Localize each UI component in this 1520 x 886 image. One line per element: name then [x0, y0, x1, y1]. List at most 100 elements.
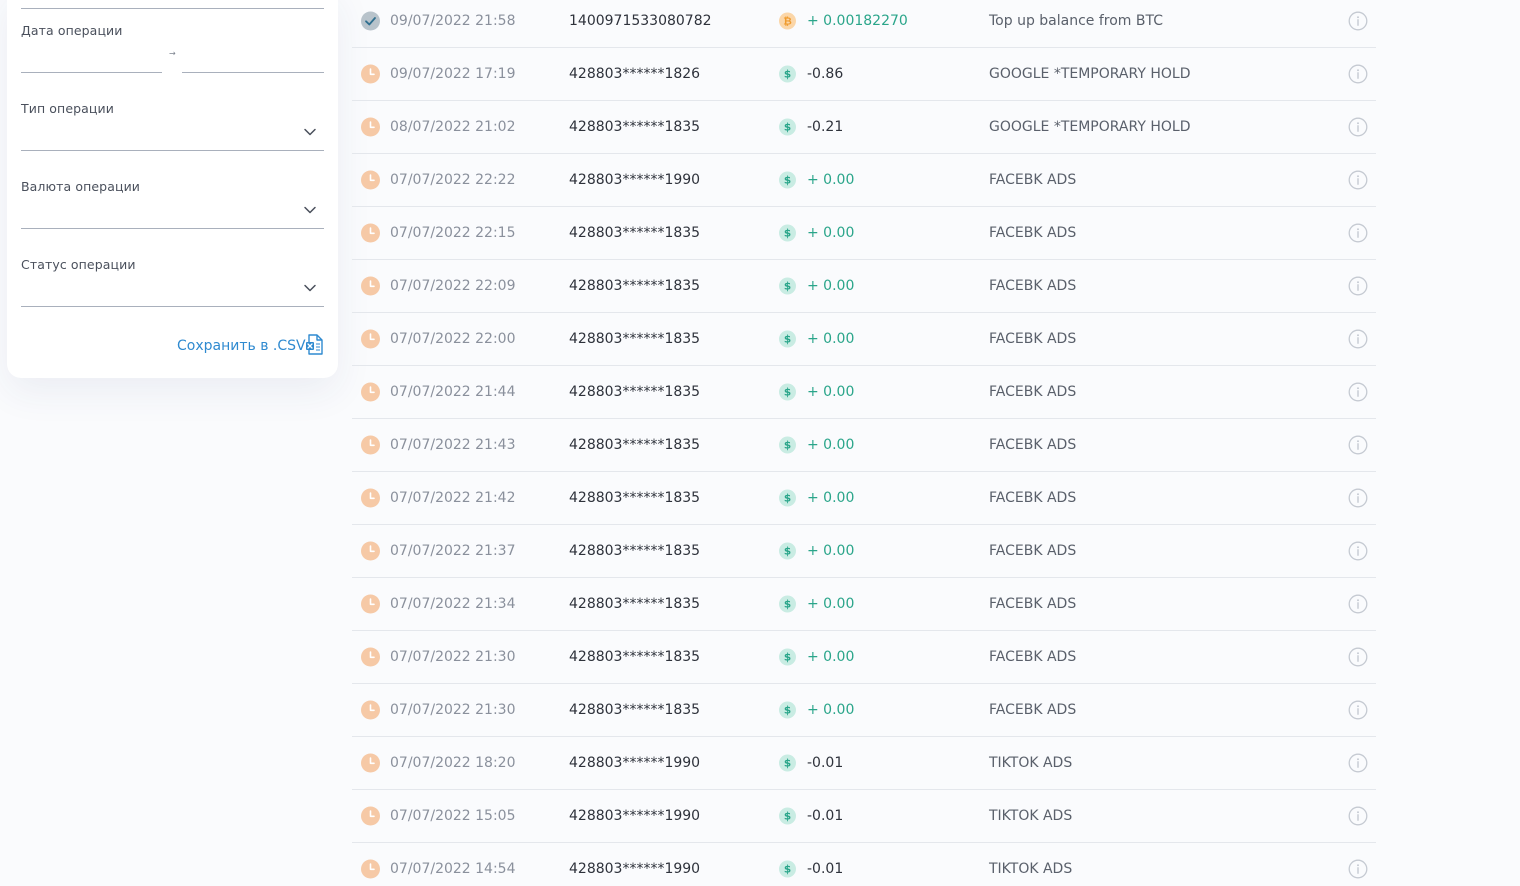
card-number: 428803******1826 — [569, 66, 701, 82]
info-icon[interactable] — [1348, 700, 1368, 720]
filter-panel: Дата операции → Тип операции Валюта опер… — [7, 0, 338, 378]
currency-symbol: $ — [784, 811, 791, 823]
dollar-icon: $ — [779, 383, 796, 401]
transaction-date: 07/07/2022 21:34 — [390, 596, 516, 612]
clock-icon — [361, 700, 380, 720]
table-row[interactable]: 08/07/2022 21:02 428803******1835 $ -0.21 GO… — [352, 101, 1376, 154]
info-icon[interactable] — [1348, 753, 1368, 773]
transaction-date: 07/07/2022 21:37 — [390, 543, 516, 559]
info-icon[interactable] — [1348, 170, 1368, 190]
transaction-amount: + 0.00 — [807, 649, 855, 665]
currency-symbol: $ — [784, 122, 791, 134]
table-row[interactable]: 07/07/2022 15:05 428803******1990 $ -0.01 TI… — [352, 790, 1376, 843]
transaction-description: FACEBK ADS — [989, 384, 1077, 400]
dollar-icon: $ — [779, 595, 796, 613]
currency-filter-label: Валюта операции — [21, 179, 141, 194]
card-number: 428803******1835 — [569, 278, 701, 294]
clock-icon — [361, 223, 380, 243]
info-icon[interactable] — [1348, 64, 1368, 84]
transaction-amount: + 0.00 — [807, 331, 855, 347]
card-number: 1400971533080782 — [569, 13, 712, 29]
type-select[interactable] — [21, 150, 324, 151]
table-row[interactable]: 07/07/2022 22:09 428803******1835 $ + 0.00 F… — [352, 260, 1376, 313]
table-row[interactable]: 09/07/2022 17:19 428803******1826 $ -0.86 GO… — [352, 48, 1376, 101]
table-row[interactable]: 07/07/2022 22:22 428803******1990 $ + 0.00 F… — [352, 154, 1376, 207]
info-icon[interactable] — [1348, 11, 1368, 31]
table-row[interactable]: 07/07/2022 22:00 428803******1835 $ + 0.00 F… — [352, 313, 1376, 366]
clock-icon — [361, 859, 380, 879]
dollar-icon: $ — [779, 754, 796, 772]
table-row[interactable]: 07/07/2022 21:34 428803******1835 $ + 0.00 F… — [352, 578, 1376, 631]
table-row[interactable]: 07/07/2022 22:15 428803******1835 $ + 0.00 F… — [352, 207, 1376, 260]
status-select[interactable] — [21, 306, 324, 307]
transaction-date: 07/07/2022 15:05 — [390, 808, 516, 824]
info-icon[interactable] — [1348, 488, 1368, 508]
dollar-icon: $ — [779, 701, 796, 719]
currency-symbol: $ — [784, 228, 791, 240]
date-range-arrow: → — [169, 49, 176, 58]
clock-icon — [361, 170, 380, 190]
currency-symbol: $ — [784, 705, 791, 717]
info-icon[interactable] — [1348, 382, 1368, 402]
info-icon[interactable] — [1348, 117, 1368, 137]
info-icon[interactable] — [1348, 647, 1368, 667]
info-icon[interactable] — [1348, 329, 1368, 349]
info-icon[interactable] — [1348, 276, 1368, 296]
dollar-icon: $ — [779, 542, 796, 560]
card-number: 428803******1835 — [569, 225, 701, 241]
table-row[interactable]: 07/07/2022 21:37 428803******1835 $ + 0.00 F… — [352, 525, 1376, 578]
currency-symbol: $ — [784, 652, 791, 664]
transaction-date: 07/07/2022 22:15 — [390, 225, 516, 241]
transaction-date: 09/07/2022 21:58 — [390, 13, 516, 29]
info-icon[interactable] — [1348, 541, 1368, 561]
date-to-input[interactable] — [182, 72, 324, 73]
card-number: 428803******1835 — [569, 649, 701, 665]
chevron-down-icon[interactable] — [303, 203, 317, 217]
table-row[interactable]: 07/07/2022 21:30 428803******1835 $ + 0.00 F… — [352, 631, 1376, 684]
chevron-down-icon[interactable] — [303, 125, 317, 139]
info-icon[interactable] — [1348, 806, 1368, 826]
currency-symbol: $ — [784, 69, 791, 81]
transaction-description: FACEBK ADS — [989, 543, 1077, 559]
table-row[interactable]: 09/07/2022 21:58 1400971533080782 ₿ + 0.001… — [352, 0, 1376, 48]
transaction-date: 07/07/2022 21:43 — [390, 437, 516, 453]
transaction-date: 07/07/2022 21:30 — [390, 702, 516, 718]
table-row[interactable]: 07/07/2022 21:44 428803******1835 $ + 0.00 F… — [352, 366, 1376, 419]
date-filter-label: Дата операции — [21, 23, 123, 38]
card-number: 428803******1835 — [569, 543, 701, 559]
previous-field-underline — [21, 8, 324, 9]
table-row[interactable]: 07/07/2022 14:54 428803******1990 $ -0.01 TI… — [352, 843, 1376, 886]
save-csv-link[interactable]: Сохранить в .CSV — [177, 338, 306, 354]
card-number: 428803******1990 — [569, 172, 701, 188]
info-icon[interactable] — [1348, 594, 1368, 614]
currency-symbol: $ — [784, 334, 791, 346]
excel-file-icon[interactable] — [305, 334, 323, 355]
clock-icon — [361, 382, 380, 402]
table-row[interactable]: 07/07/2022 21:43 428803******1835 $ + 0.00 F… — [352, 419, 1376, 472]
table-row[interactable]: 07/07/2022 21:30 428803******1835 $ + 0.00 F… — [352, 684, 1376, 737]
transaction-amount: + 0.00 — [807, 384, 855, 400]
transaction-amount: + 0.00182270 — [807, 13, 908, 29]
dollar-icon: $ — [779, 118, 796, 136]
clock-icon — [361, 435, 380, 455]
clock-icon — [361, 488, 380, 508]
info-icon[interactable] — [1348, 435, 1368, 455]
transaction-description: FACEBK ADS — [989, 278, 1077, 294]
info-icon[interactable] — [1348, 859, 1368, 879]
table-row[interactable]: 07/07/2022 18:20 428803******1990 $ -0.01 TI… — [352, 737, 1376, 790]
clock-icon — [361, 594, 380, 614]
info-icon[interactable] — [1348, 223, 1368, 243]
transaction-date: 07/07/2022 22:09 — [390, 278, 516, 294]
transaction-description: FACEBK ADS — [989, 702, 1077, 718]
table-row[interactable]: 07/07/2022 21:42 428803******1835 $ + 0.00 F… — [352, 472, 1376, 525]
clock-icon — [361, 753, 380, 773]
transaction-date: 07/07/2022 22:00 — [390, 331, 516, 347]
date-from-input[interactable] — [21, 72, 162, 73]
dollar-icon: $ — [779, 436, 796, 454]
transaction-date: 08/07/2022 21:02 — [390, 119, 516, 135]
currency-select[interactable] — [21, 228, 324, 229]
dollar-icon: $ — [779, 171, 796, 189]
clock-icon — [361, 541, 380, 561]
chevron-down-icon[interactable] — [303, 281, 317, 295]
dollar-icon: $ — [779, 648, 796, 666]
